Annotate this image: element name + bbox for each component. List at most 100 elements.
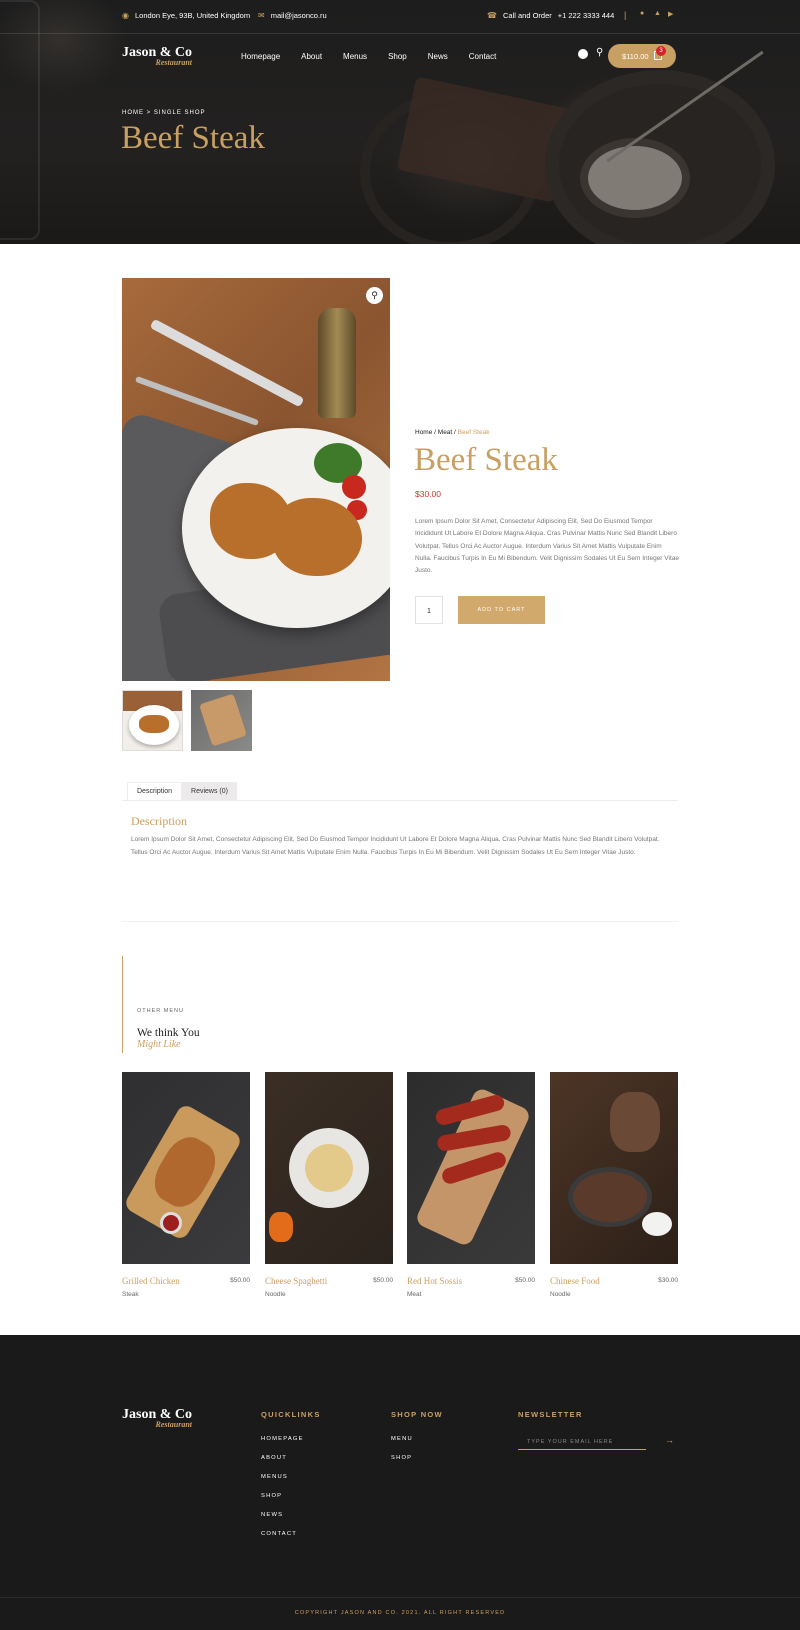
phone-icon: ☎: [487, 11, 497, 20]
search-icon[interactable]: ⚲: [596, 47, 603, 58]
facebook-icon[interactable]: ●: [640, 10, 644, 17]
breadcrumb-category[interactable]: Meat: [438, 429, 452, 436]
quantity-input[interactable]: 1: [415, 596, 443, 624]
related-card[interactable]: Grilled Chicken $50.00 Steak: [122, 1072, 250, 1298]
hero-breadcrumb: HOME > SINGLE SHOP: [122, 110, 206, 116]
breadcrumb-home[interactable]: Home: [415, 429, 432, 436]
cutlet-decor: [272, 498, 362, 576]
footer-logo[interactable]: Jason & Co Restaurant: [122, 1407, 192, 1429]
add-to-cart-button[interactable]: ADD TO CART: [458, 596, 545, 624]
related-item-category: Noodle: [550, 1291, 571, 1298]
shop-now-heading: SHOP NOW: [391, 1410, 443, 1419]
section-divider: [122, 921, 678, 922]
related-item-name[interactable]: Chinese Food: [550, 1276, 600, 1286]
email-text[interactable]: mail@jasonco.ru: [271, 11, 327, 20]
pasta-decor: [305, 1144, 353, 1192]
nav-item-news[interactable]: News: [428, 52, 448, 61]
cart-button[interactable]: $110.00 3: [608, 44, 676, 68]
tab-reviews[interactable]: Reviews (0): [182, 782, 237, 800]
email-item[interactable]: ✉ mail@jasonco.ru: [258, 11, 327, 20]
product-main-image[interactable]: [122, 278, 390, 681]
description-body: Lorem Ipsum Dolor Sit Amet, Consectetur …: [131, 836, 660, 856]
nav-item-homepage[interactable]: Homepage: [241, 52, 280, 61]
newsletter-heading: NEWSLETTER: [518, 1410, 583, 1419]
product-thumbnail-2[interactable]: [191, 690, 252, 751]
tab-divider: [122, 800, 678, 801]
product-title: Beef Steak: [414, 442, 558, 478]
call-label: Call and Order: [502, 11, 552, 20]
footer-link-menus[interactable]: MENUS: [261, 1474, 288, 1480]
address-item: ◉ London Eye, 93B, United Kingdom: [122, 11, 250, 20]
address-text: London Eye, 93B, United Kingdom: [134, 11, 251, 20]
pepper-mill-decor: [318, 308, 356, 418]
footer-link-contact[interactable]: CONTACT: [261, 1531, 297, 1537]
site-footer: Jason & Co Restaurant QUICKLINKS HOMEPAG…: [0, 1335, 800, 1630]
site-logo[interactable]: Jason & Co Restaurant: [122, 45, 192, 67]
user-account-icon[interactable]: [578, 49, 588, 59]
hero-sauce-bowl-decor: [580, 138, 690, 218]
related-item-price: $50.00: [230, 1277, 250, 1284]
youtube-icon[interactable]: ▶: [668, 10, 673, 18]
section-accent-bar: [122, 956, 123, 1053]
phone-item[interactable]: ☎ Call and Order +1 222 3333 444: [487, 11, 614, 20]
pot-decor: [610, 1092, 660, 1152]
related-item-name[interactable]: Grilled Chicken: [122, 1276, 180, 1286]
zoom-icon[interactable]: ⚲: [366, 287, 383, 304]
phone-number[interactable]: +1 222 3333 444: [558, 11, 615, 20]
topbar-divider: |: [624, 10, 627, 20]
nav-item-menus[interactable]: Menus: [343, 52, 367, 61]
related-item-name[interactable]: Cheese Spaghetti: [265, 1276, 327, 1286]
location-pin-icon: ◉: [122, 11, 129, 20]
twitter-icon[interactable]: ▲: [654, 10, 661, 17]
footer-divider: [0, 1597, 800, 1598]
nav-menu: Homepage About Menus Shop News Contact: [241, 52, 496, 61]
mail-icon: ✉: [258, 11, 265, 20]
related-card[interactable]: Red Hot Sossis $50.00 Meat: [407, 1072, 535, 1298]
breadcrumb-separator: /: [434, 429, 436, 436]
main-navigation: Jason & Co Restaurant Homepage About Men…: [0, 34, 800, 80]
related-item-category: Steak: [122, 1291, 139, 1298]
footer-link-homepage[interactable]: HOMEPAGE: [261, 1436, 304, 1442]
related-card[interactable]: Cheese Spaghetti $50.00 Noodle: [265, 1072, 393, 1298]
grilled-chicken-image[interactable]: [122, 1072, 250, 1264]
description-heading: Description: [131, 814, 187, 828]
newsletter-email-input[interactable]: TYPE YOUR EMAIL HERE: [518, 1435, 646, 1450]
thumbnail-board-decor: [199, 693, 247, 747]
related-item-name[interactable]: Red Hot Sossis: [407, 1276, 462, 1286]
red-hot-sossis-image[interactable]: [407, 1072, 535, 1264]
hero-banner: ◉ London Eye, 93B, United Kingdom ✉ mail…: [0, 0, 800, 244]
footer-link-shop[interactable]: SHOP: [261, 1493, 282, 1499]
product-thumbnail-1[interactable]: [122, 690, 183, 751]
breadcrumb-current: Beef Steak: [457, 429, 490, 436]
product-breadcrumb: Home / Meat / Beef Steak: [415, 429, 489, 436]
thumbnail-food-decor: [139, 715, 169, 733]
nav-item-shop[interactable]: Shop: [388, 52, 407, 61]
product-price: $30.00: [415, 489, 441, 499]
product-short-description: Lorem Ipsum Dolor Sit Amet, Consectetur …: [415, 518, 679, 575]
related-item-category: Meat: [407, 1291, 422, 1298]
pepper-decor: [269, 1212, 293, 1242]
footer-link-menu[interactable]: MENU: [391, 1436, 413, 1442]
related-card[interactable]: Chinese Food $30.00 Noodle: [550, 1072, 678, 1298]
rice-decor: [642, 1212, 672, 1236]
page-title: Beef Steak: [121, 120, 265, 156]
tab-description[interactable]: Description: [127, 782, 183, 800]
related-item-price: $30.00: [658, 1277, 678, 1284]
nav-item-about[interactable]: About: [301, 52, 322, 61]
breadcrumb-separator: /: [454, 429, 456, 436]
nav-item-contact[interactable]: Contact: [469, 52, 497, 61]
copyright-text: COPYRIGHT JASON AND CO. 2021. ALL RIGHT …: [294, 1610, 506, 1616]
footer-link-news[interactable]: NEWS: [261, 1512, 283, 1518]
chinese-food-image[interactable]: [550, 1072, 678, 1264]
top-bar: ◉ London Eye, 93B, United Kingdom ✉ mail…: [0, 0, 800, 34]
bowl-decor: [568, 1167, 652, 1227]
footer-link-about[interactable]: ABOUT: [261, 1455, 287, 1461]
cheese-spaghetti-image[interactable]: [265, 1072, 393, 1264]
product-tabs: Description Reviews (0): [127, 782, 237, 800]
arrow-right-icon[interactable]: →: [665, 1435, 674, 1445]
tomato-decor: [342, 475, 366, 499]
related-item-price: $50.00: [515, 1277, 535, 1284]
footer-link-shop-now[interactable]: SHOP: [391, 1455, 412, 1461]
quicklinks-heading: QUICKLINKS: [261, 1410, 321, 1419]
cart-total: $110.00: [622, 51, 649, 61]
